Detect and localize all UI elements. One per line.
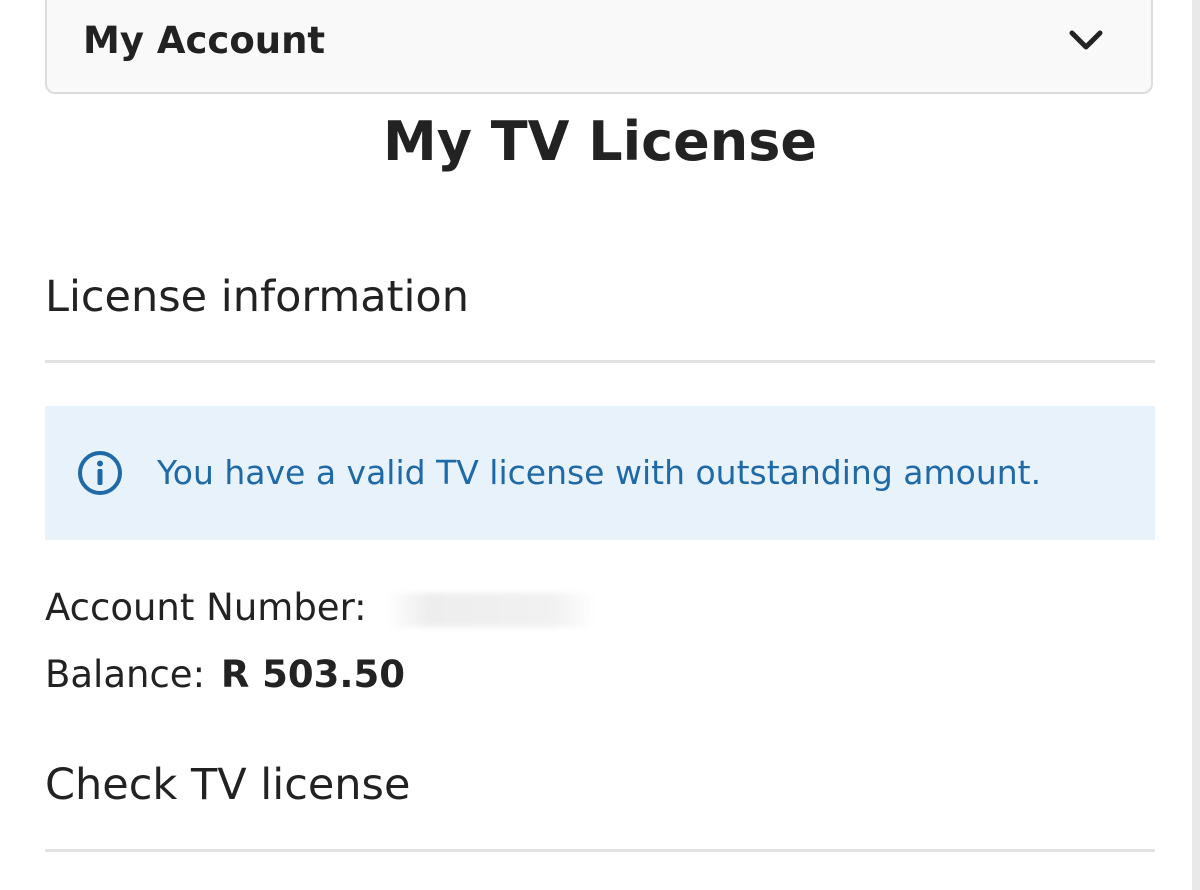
- balance-value: R 503.50: [220, 653, 405, 696]
- balance-row: Balance: R 503.50: [45, 651, 405, 699]
- license-information-heading: License information: [45, 272, 469, 322]
- my-account-dropdown[interactable]: My Account: [45, 0, 1153, 94]
- license-status-text: You have a valid TV license with outstan…: [157, 453, 1042, 492]
- my-account-label: My Account: [83, 19, 326, 62]
- balance-label: Balance:: [45, 653, 206, 696]
- account-number-label: Account Number:: [45, 586, 367, 629]
- account-number-value-redacted: [386, 592, 597, 627]
- section-divider: [45, 360, 1155, 363]
- page: My Account My TV License License informa…: [0, 0, 1200, 890]
- info-icon: [78, 451, 122, 495]
- scrollbar[interactable]: [1192, 0, 1200, 890]
- page-title: My TV License: [383, 110, 817, 173]
- account-number-row: Account Number:: [45, 584, 597, 632]
- license-status-notice: You have a valid TV license with outstan…: [45, 406, 1155, 540]
- chevron-down-icon: [1069, 30, 1103, 50]
- check-tv-license-heading[interactable]: Check TV license: [45, 758, 410, 812]
- section-divider: [45, 849, 1155, 852]
